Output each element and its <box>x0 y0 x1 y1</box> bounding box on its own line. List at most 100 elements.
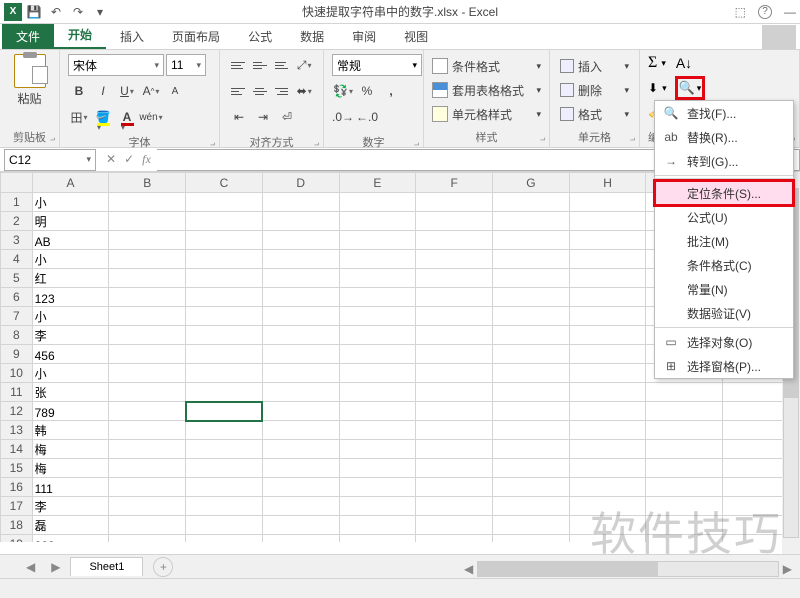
cell[interactable] <box>569 478 646 497</box>
cell[interactable] <box>186 345 263 364</box>
cell[interactable] <box>339 440 416 459</box>
fill-color-button[interactable]: 🪣 <box>92 106 114 128</box>
cell[interactable] <box>262 497 339 516</box>
cell[interactable] <box>339 307 416 326</box>
cell[interactable] <box>262 383 339 402</box>
cell[interactable] <box>186 250 263 269</box>
column-header[interactable]: G <box>493 173 570 193</box>
font-size-combo[interactable]: 11▾ <box>166 54 206 76</box>
cell[interactable] <box>262 288 339 307</box>
cell[interactable] <box>186 193 263 212</box>
menu-item[interactable]: 条件格式(C) <box>655 253 793 277</box>
cell[interactable] <box>416 345 493 364</box>
cell[interactable] <box>569 364 646 383</box>
cell[interactable] <box>109 288 186 307</box>
tab-data[interactable]: 数据 <box>286 24 338 49</box>
cell[interactable] <box>416 307 493 326</box>
cell[interactable]: 123 <box>32 288 109 307</box>
confirm-edit-icon[interactable]: ✓ <box>124 152 134 167</box>
cell[interactable] <box>569 497 646 516</box>
cell[interactable] <box>416 497 493 516</box>
autosum-button[interactable]: Σ <box>648 54 657 72</box>
cell[interactable] <box>569 231 646 250</box>
row-header[interactable]: 12 <box>1 402 33 421</box>
cell[interactable] <box>109 326 186 345</box>
tab-review[interactable]: 审阅 <box>338 24 390 49</box>
cell[interactable] <box>339 193 416 212</box>
cell[interactable]: 789 <box>32 402 109 421</box>
cell[interactable]: 111 <box>32 478 109 497</box>
cell[interactable] <box>109 440 186 459</box>
menu-item[interactable]: →转到(G)... <box>655 149 793 173</box>
row-header[interactable]: 9 <box>1 345 33 364</box>
menu-item[interactable]: 🔍查找(F)... <box>655 101 793 125</box>
cell[interactable] <box>339 231 416 250</box>
cell[interactable] <box>569 212 646 231</box>
cell[interactable] <box>416 383 493 402</box>
orientation-button[interactable]: ⤢ <box>293 54 315 76</box>
qat-redo-icon[interactable]: ↷ <box>68 3 88 21</box>
menu-item[interactable]: 公式(U) <box>655 205 793 229</box>
cell[interactable] <box>186 535 263 543</box>
row-header[interactable]: 11 <box>1 383 33 402</box>
italic-button[interactable]: I <box>92 80 114 102</box>
row-header[interactable]: 15 <box>1 459 33 478</box>
decrease-indent-button[interactable]: ⇤ <box>228 106 250 128</box>
column-header[interactable]: F <box>416 173 493 193</box>
cell[interactable] <box>339 250 416 269</box>
cell[interactable] <box>493 364 570 383</box>
cell[interactable] <box>493 535 570 543</box>
increase-decimal-button[interactable]: .0→ <box>332 106 354 128</box>
cell[interactable] <box>416 421 493 440</box>
sheet-nav-next-icon[interactable]: ▶ <box>45 560 66 574</box>
cell[interactable] <box>186 497 263 516</box>
cell[interactable] <box>262 193 339 212</box>
sheet-tab-active[interactable]: Sheet1 <box>70 557 143 576</box>
align-center-button[interactable] <box>250 81 270 101</box>
cell[interactable] <box>339 535 416 543</box>
cell[interactable]: 梅 <box>32 459 109 478</box>
cell[interactable] <box>186 421 263 440</box>
cell[interactable] <box>416 269 493 288</box>
cell[interactable] <box>262 440 339 459</box>
find-select-button[interactable]: ▾ <box>675 76 706 100</box>
cell[interactable] <box>109 497 186 516</box>
row-header[interactable]: 3 <box>1 231 33 250</box>
qat-save-icon[interactable]: 💾 <box>24 3 44 21</box>
column-header[interactable]: D <box>262 173 339 193</box>
minimize-icon[interactable]: — <box>784 5 796 19</box>
help-icon[interactable]: ? <box>758 5 772 19</box>
cell[interactable] <box>493 326 570 345</box>
tab-insert[interactable]: 插入 <box>106 24 158 49</box>
cell[interactable] <box>109 421 186 440</box>
comma-button[interactable]: , <box>380 80 402 102</box>
cell[interactable] <box>339 269 416 288</box>
cell[interactable] <box>646 497 723 516</box>
cell[interactable] <box>262 307 339 326</box>
cell[interactable] <box>416 288 493 307</box>
row-header[interactable]: 4 <box>1 250 33 269</box>
cell[interactable]: 小 <box>32 193 109 212</box>
menu-item[interactable]: 定位条件(S)... <box>655 181 793 205</box>
cell[interactable] <box>493 383 570 402</box>
cell[interactable] <box>109 345 186 364</box>
new-sheet-button[interactable]: + <box>153 557 173 577</box>
qat-undo-icon[interactable]: ↶ <box>46 3 66 21</box>
cell[interactable] <box>186 478 263 497</box>
row-header[interactable]: 7 <box>1 307 33 326</box>
paste-button[interactable]: 粘贴 <box>14 54 46 107</box>
cell[interactable] <box>109 516 186 535</box>
fx-icon[interactable]: fx <box>142 152 151 167</box>
cell[interactable] <box>109 459 186 478</box>
cell[interactable] <box>416 402 493 421</box>
tab-view[interactable]: 视图 <box>390 24 442 49</box>
cell[interactable]: 红 <box>32 269 109 288</box>
cell[interactable] <box>646 478 723 497</box>
cell[interactable]: 小 <box>32 364 109 383</box>
cell[interactable]: 小 <box>32 307 109 326</box>
cell[interactable] <box>186 307 263 326</box>
cell[interactable] <box>569 288 646 307</box>
cell[interactable] <box>262 326 339 345</box>
cell[interactable] <box>493 231 570 250</box>
cell[interactable] <box>109 364 186 383</box>
